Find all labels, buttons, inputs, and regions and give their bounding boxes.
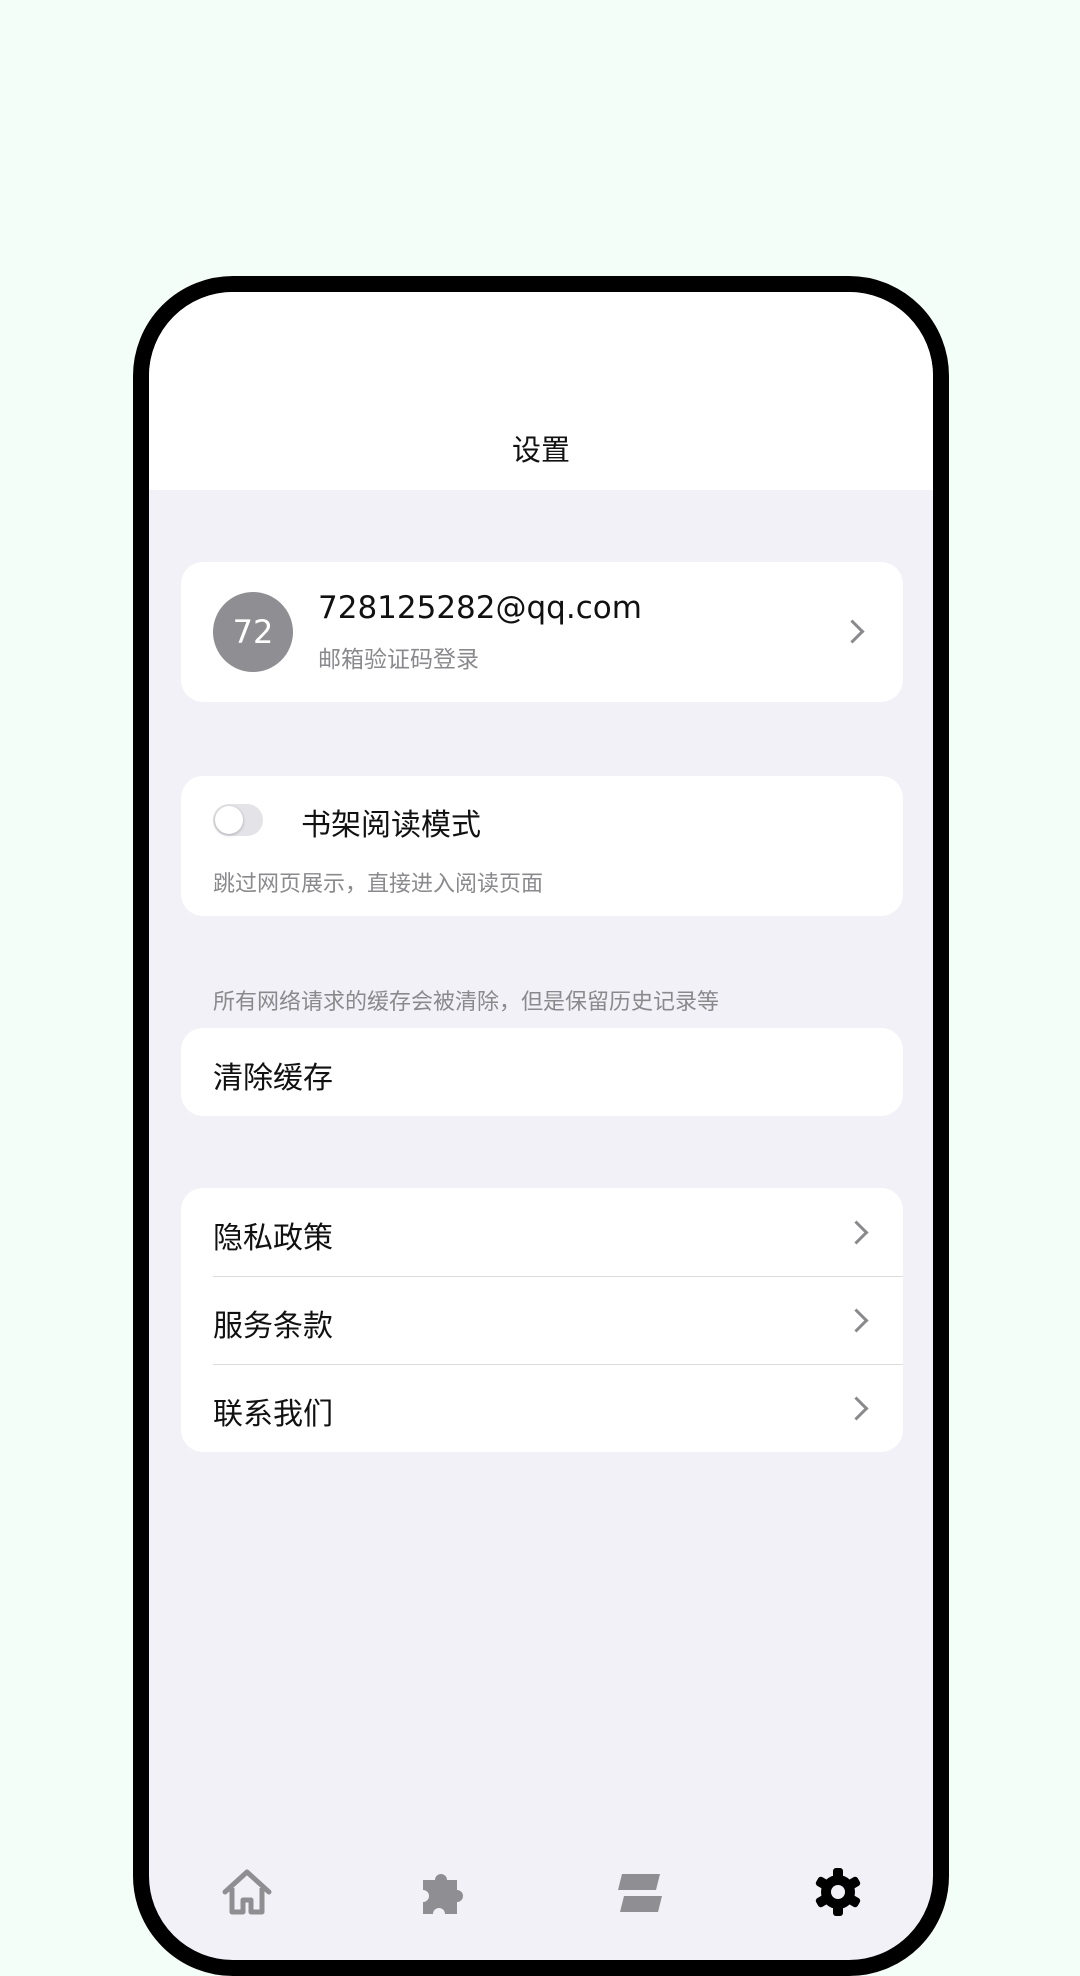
account-card[interactable]: 72 728125282@qq.com 邮箱验证码登录	[181, 562, 903, 702]
reader-mode-card: 书架阅读模式 跳过网页展示，直接进入阅读页面	[181, 776, 903, 916]
home-icon	[222, 1869, 272, 1915]
account-email: 728125282@qq.com	[318, 590, 642, 626]
tab-bookshelf[interactable]	[610, 1862, 670, 1922]
account-login-method: 邮箱验证码登录	[318, 647, 479, 673]
reader-mode-toggle[interactable]	[213, 804, 263, 836]
terms-of-service-row[interactable]: 服务条款	[181, 1276, 903, 1364]
privacy-policy-row[interactable]: 隐私政策	[181, 1188, 903, 1276]
tab-bar	[149, 1832, 933, 1960]
reader-mode-description: 跳过网页展示，直接进入阅读页面	[213, 872, 544, 897]
puzzle-icon	[423, 1874, 463, 1914]
clear-cache-button[interactable]: 清除缓存	[181, 1028, 903, 1116]
chevron-right-icon	[844, 1396, 869, 1421]
phone-frame: 设置 72 728125282@qq.com 邮箱验证码登录 书架阅读模式 跳过…	[133, 276, 949, 1976]
reader-mode-label: 书架阅读模式	[301, 808, 481, 843]
chevron-right-icon	[844, 1308, 869, 1333]
tab-extensions[interactable]	[413, 1862, 473, 1922]
navigation-header: 设置	[149, 292, 933, 490]
page-title: 设置	[511, 433, 570, 467]
gear-icon	[815, 1868, 861, 1916]
avatar: 72	[213, 592, 293, 672]
toggle-knob	[215, 806, 243, 834]
privacy-policy-label: 隐私政策	[213, 1221, 333, 1256]
clear-cache-label: 清除缓存	[213, 1061, 333, 1096]
tab-home[interactable]	[217, 1862, 277, 1922]
cache-note: 所有网络请求的缓存会被清除，但是保留历史记录等	[213, 990, 720, 1015]
contact-us-label: 联系我们	[213, 1397, 333, 1432]
tab-settings[interactable]	[808, 1862, 868, 1922]
chevron-right-icon	[844, 1220, 869, 1245]
contact-us-row[interactable]: 联系我们	[181, 1364, 903, 1452]
chevron-right-icon	[840, 619, 865, 644]
terms-of-service-label: 服务条款	[213, 1309, 333, 1344]
links-card: 隐私政策 服务条款 联系我们	[181, 1188, 903, 1452]
shelf-icon	[618, 1874, 662, 1912]
